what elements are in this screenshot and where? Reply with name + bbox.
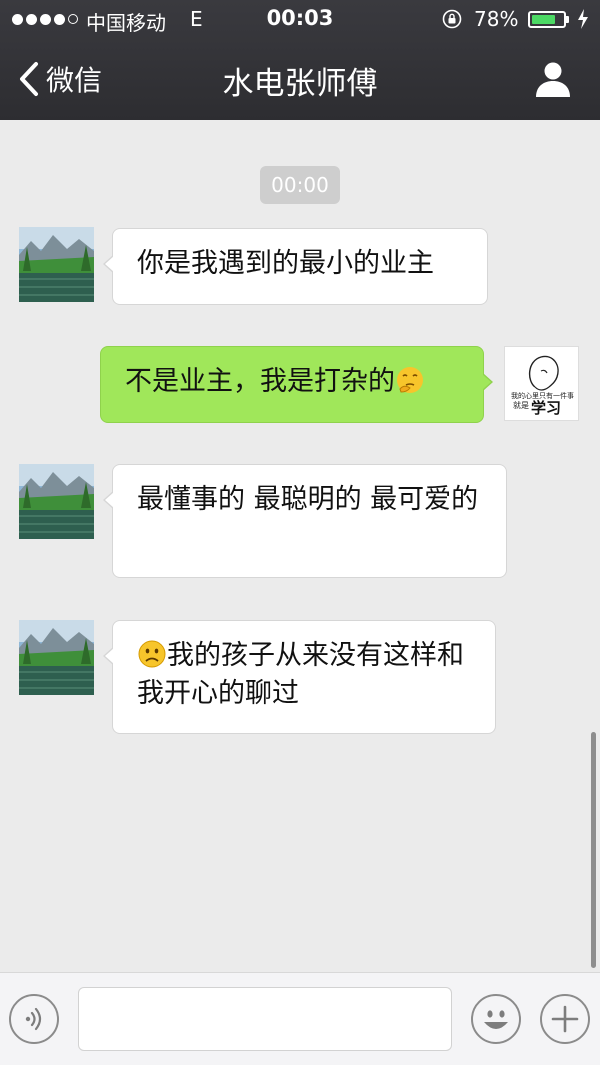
battery-tip	[566, 16, 569, 23]
status-bar: 中国移动 E 00:03 78%	[0, 0, 600, 40]
charging-bolt-icon	[578, 9, 588, 29]
plus-icon	[551, 1005, 579, 1033]
battery-icon	[528, 11, 566, 28]
message-timestamp: 00:00	[260, 166, 340, 204]
input-bar	[0, 972, 600, 1065]
rotation-lock-icon	[442, 9, 462, 29]
voice-button[interactable]	[9, 994, 59, 1044]
message-text: 你是我遇到的最小的业主	[137, 248, 434, 279]
emoji-button[interactable]	[471, 994, 521, 1044]
message-bubble-received[interactable]: 你是我遇到的最小的业主	[103, 228, 488, 305]
message-text: 最懂事的 最聪明的 最可爱的	[137, 484, 479, 515]
contact-avatar[interactable]	[19, 620, 94, 695]
thinking-face-emoji	[397, 367, 423, 393]
smiley-icon	[484, 1010, 508, 1029]
frowning-face-emoji	[138, 640, 166, 668]
message-text: 我的孩子从来没有这样和我开心的聊过	[137, 640, 464, 709]
my-avatar[interactable]: 我的心里只有一件事 就是 学习	[504, 346, 579, 421]
battery-level	[532, 15, 555, 24]
scrollbar[interactable]	[591, 732, 596, 968]
message-text: 不是业主，我是打杂的	[125, 366, 395, 397]
message-input[interactable]	[78, 987, 452, 1051]
message-bubble-received[interactable]: 最懂事的 最聪明的 最可爱的	[103, 464, 507, 578]
landscape-avatar-image	[19, 620, 94, 695]
battery-percent: 78%	[474, 7, 519, 31]
top-bar: 中国移动 E 00:03 78% 微信 水电张师傅	[0, 0, 600, 120]
contact-avatar[interactable]	[19, 464, 94, 539]
page-title: 水电张师傅	[222, 66, 378, 102]
message-bubble-received[interactable]: 我的孩子从来没有这样和我开心的聊过	[103, 620, 496, 734]
landscape-avatar-image	[19, 227, 94, 302]
avatar-caption: 就是	[513, 401, 529, 410]
message-bubble-sent[interactable]: 不是业主，我是打杂的	[100, 346, 493, 423]
contact-avatar[interactable]	[19, 227, 94, 302]
person-icon[interactable]	[534, 60, 572, 98]
avatar-caption: 学习	[531, 399, 562, 417]
chat-area[interactable]: 00:00 你是我遇到的最小的业主 不是业主，我是打杂的 我的心里只有一件事 就…	[0, 120, 600, 972]
voice-icon	[25, 1007, 42, 1031]
landscape-avatar-image	[19, 464, 94, 539]
more-button[interactable]	[540, 994, 590, 1044]
